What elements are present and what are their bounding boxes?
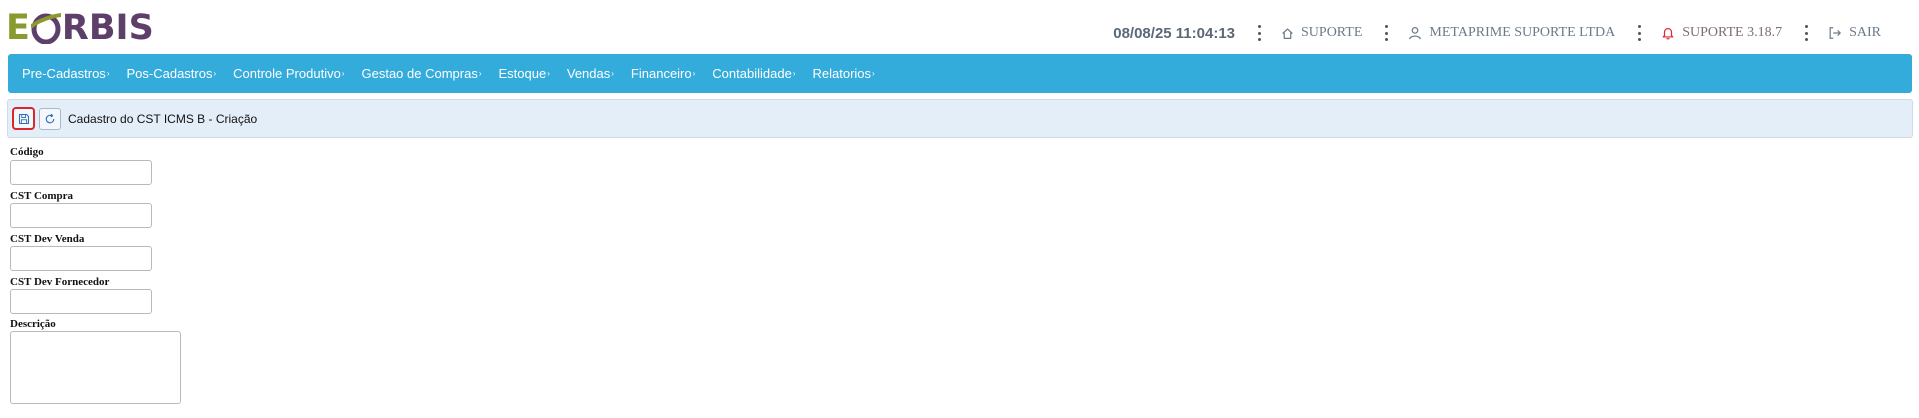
nav-item-pos-cadastros[interactable]: Pos-Cadastros › xyxy=(126,66,216,81)
chevron-right-icon: › xyxy=(872,69,875,78)
company-label: METAPRIME SUPORTE LTDA xyxy=(1429,25,1616,40)
cst-compra-label: CST Compra xyxy=(10,190,74,202)
notifications-button[interactable]: SUPORTE 3.18.7 xyxy=(1661,25,1782,41)
chevron-right-icon: › xyxy=(213,69,217,78)
cst-dev-venda-label: CST Dev Venda xyxy=(10,233,85,245)
refresh-button[interactable] xyxy=(39,107,61,130)
logo-text: RBIS xyxy=(61,8,154,48)
app-logo: E RBIS xyxy=(6,8,154,48)
suporte-label: SUPORTE xyxy=(1301,25,1363,40)
kebab-menu-icon[interactable] xyxy=(1384,25,1388,41)
refresh-icon xyxy=(45,113,55,123)
nav-item-label: Pre-Cadastros xyxy=(22,66,106,81)
save-icon xyxy=(18,113,29,124)
logout-label: SAIR xyxy=(1849,25,1881,40)
codigo-input[interactable] xyxy=(10,160,152,185)
nav-item-label: Contabilidade xyxy=(712,66,792,81)
nav-item-controle-produtivo[interactable]: Controle Produtivo › xyxy=(233,66,344,81)
cst-compra-input[interactable] xyxy=(10,203,152,228)
page-title: Cadastro do CST ICMS B - Criação xyxy=(68,111,258,126)
company-selector[interactable]: METAPRIME SUPORTE LTDA xyxy=(1408,25,1615,41)
bell-icon xyxy=(1662,28,1674,40)
main-nav: Pre-Cadastros › Pos-Cadastros › Controle P… xyxy=(8,54,1912,93)
descricao-textarea[interactable] xyxy=(10,331,181,404)
chevron-right-icon: › xyxy=(692,69,696,78)
logo-globe-icon xyxy=(30,12,61,44)
cst-dev-venda-input[interactable] xyxy=(10,246,152,271)
nav-item-contabilidade[interactable]: Contabilidade › xyxy=(712,66,795,81)
kebab-menu-icon[interactable] xyxy=(1804,25,1808,41)
header-bar: 08/08/25 11:04:13 SUPORTE METAPRIME SUPO… xyxy=(1113,20,1881,46)
save-button[interactable] xyxy=(12,107,35,130)
chevron-right-icon: › xyxy=(341,69,345,78)
chevron-right-icon: › xyxy=(478,69,482,78)
nav-item-label: Vendas xyxy=(566,66,611,81)
chevron-right-icon: › xyxy=(611,69,614,78)
user-icon xyxy=(1409,26,1422,40)
nav-item-label: Estoque xyxy=(498,66,547,81)
nav-item-label: Gestao de Compras xyxy=(361,66,478,81)
home-icon xyxy=(1282,27,1293,39)
nav-item-relatorios[interactable]: Relatorios › xyxy=(812,66,874,81)
cst-dev-fornecedor-input[interactable] xyxy=(10,289,152,314)
nav-item-label: Controle Produtivo xyxy=(233,66,341,81)
codigo-label: Código xyxy=(10,146,44,158)
suporte-link[interactable]: SUPORTE xyxy=(1281,25,1362,41)
nav-item-label: Relatorios xyxy=(812,66,872,81)
kebab-menu-icon[interactable] xyxy=(1257,25,1261,41)
nav-item-financeiro[interactable]: Financeiro › xyxy=(631,66,695,81)
logo-letter-e: E xyxy=(6,8,30,48)
chevron-right-icon: › xyxy=(106,69,110,78)
logout-icon xyxy=(1829,27,1841,39)
nav-item-estoque[interactable]: Estoque › xyxy=(499,66,550,81)
form-toolbar: Cadastro do CST ICMS B - Criação xyxy=(7,99,1913,138)
nav-item-vendas[interactable]: Vendas › xyxy=(567,66,614,81)
kebab-menu-icon[interactable] xyxy=(1637,25,1641,41)
nav-item-label: Pos-Cadastros xyxy=(126,66,213,81)
version-label: SUPORTE 3.18.7 xyxy=(1682,25,1783,40)
descricao-label: Descrição xyxy=(10,318,56,330)
datetime-display: 08/08/25 11:04:13 xyxy=(1113,24,1236,42)
chevron-right-icon: › xyxy=(547,69,550,78)
logout-button[interactable]: SAIR xyxy=(1828,25,1881,41)
nav-item-gestao-de-compras[interactable]: Gestao de Compras › xyxy=(361,66,481,81)
cst-dev-fornecedor-label: CST Dev Fornecedor xyxy=(10,276,110,288)
nav-item-label: Financeiro xyxy=(630,66,692,81)
chevron-right-icon: › xyxy=(792,69,796,78)
nav-item-pre-cadastros[interactable]: Pre-Cadastros › xyxy=(22,66,109,81)
